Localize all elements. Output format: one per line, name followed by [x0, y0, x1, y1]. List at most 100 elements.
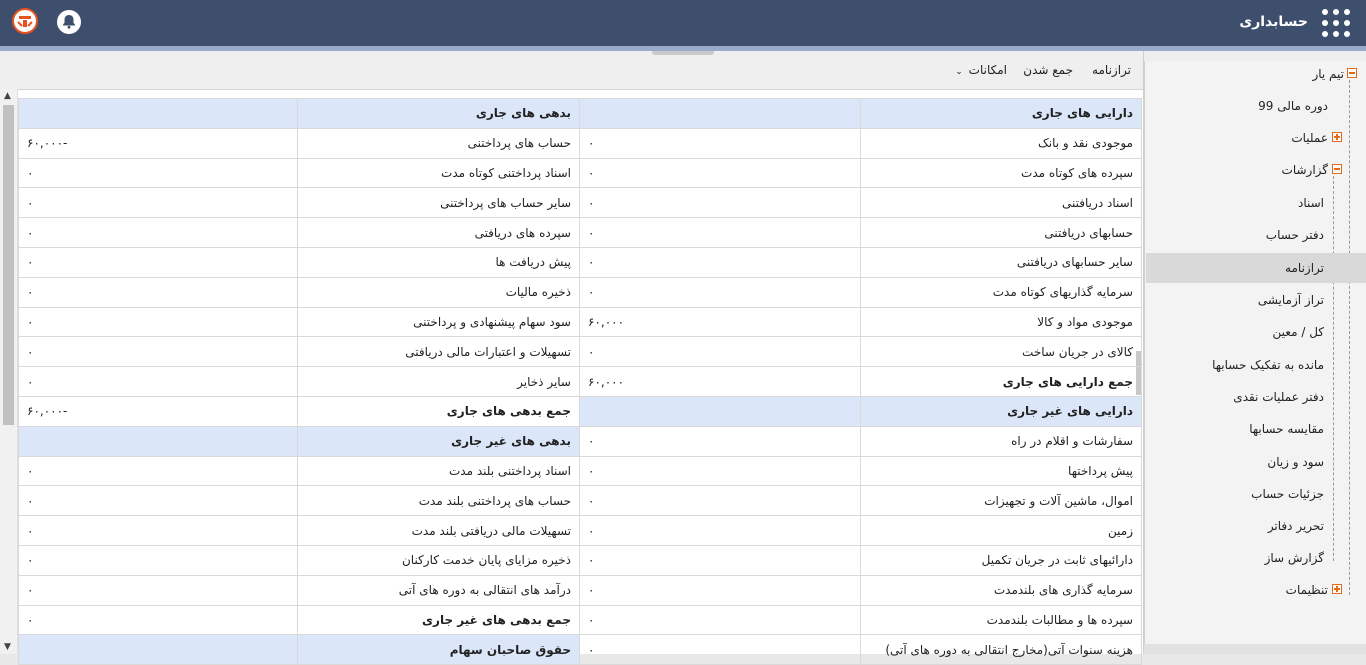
collapse-button[interactable]: جمع شدن: [1023, 63, 1073, 77]
asset-value-cell: ۰: [579, 276, 861, 308]
sidebar-item-ledger[interactable]: دفتر حساب: [1146, 220, 1366, 250]
scroll-down-arrow-icon[interactable]: ▼: [4, 642, 11, 652]
table-row[interactable]: سپرده های کوتاه مدت ۰ اسناد پرداختنی کوتاه…: [18, 157, 1142, 189]
table-row[interactable]: زمین ۰ تسهیلات مالی دریافتی بلند مدت ۰: [18, 515, 1142, 546]
top-bar: حسابداری: [0, 0, 1366, 46]
sidebar-item-settings[interactable]: تنظیمات: [1146, 575, 1366, 605]
toolbar: ترازنامه جمع شدن امکانات ⌄: [0, 51, 1143, 90]
asset-label-cell: سپرده های کوتاه مدت: [860, 157, 1142, 189]
app-title: حسابداری: [1239, 14, 1308, 30]
balance-sheet-title: ترازنامه: [1092, 63, 1131, 77]
asset-label-cell: حسابهای دریافتنی: [860, 217, 1142, 248]
liability-value-cell: ۰: [18, 604, 298, 636]
liability-value-cell: ۰: [18, 217, 298, 248]
asset-value-cell: ۰: [579, 187, 861, 219]
sidebar-item-compare-accounts[interactable]: مقایسه حسابها: [1146, 414, 1366, 444]
collapse-toggle-icon[interactable]: [1347, 68, 1357, 78]
table-row[interactable]: جمع دارایی های جاری ۶۰,۰۰۰ سایر ذخایر ۰: [18, 366, 1142, 397]
expand-toggle-icon[interactable]: [1332, 584, 1342, 594]
sidebar-item-label: تراز آزمایشی: [1257, 293, 1324, 307]
asset-label-cell: هزینه سنوات آتی(مخارج انتقالی به دوره ها…: [860, 634, 1142, 665]
asset-value-cell: ۰: [579, 217, 861, 248]
sidebar-item-trial-balance[interactable]: تراز آزمایشی: [1146, 285, 1366, 315]
table-row[interactable]: سرمایه گذاریهای کوتاه مدت ۰ ذخیره مالیات ۰: [18, 276, 1142, 308]
asset-label-cell: پیش پرداختها: [860, 455, 1142, 487]
collapse-toggle-icon[interactable]: [1332, 164, 1342, 174]
liability-label-cell: ذخیره مالیات: [297, 276, 580, 308]
asset-value-cell: ۰: [579, 634, 861, 665]
bell-icon[interactable]: [57, 10, 81, 34]
asset-label-cell: موجودی نقد و بانک: [860, 127, 1142, 159]
liability-value-cell: ۰: [18, 544, 298, 576]
table-row[interactable]: سایر حسابهای دریافتنی ۰ پیش دریافت ها ۰: [18, 246, 1142, 278]
options-menu[interactable]: امکانات ⌄: [955, 63, 1007, 77]
liability-label-cell: جمع بدهی های جاری: [297, 395, 580, 427]
table-row[interactable]: دارایی های غیر جاری جمع بدهی های جاری -۶۰,…: [18, 395, 1142, 427]
table-row[interactable]: حسابهای دریافتنی ۰ سپرده های دریافتی ۰: [18, 217, 1142, 248]
liability-value-cell: ۰: [18, 187, 298, 219]
table-row[interactable]: دارایی های جاری بدهی های جاری: [18, 98, 1142, 129]
table-row[interactable]: موجودی نقد و بانک ۰ حساب های پرداختنی -۶۰,۰…: [18, 127, 1142, 159]
sidebar-item-profit-loss[interactable]: سود و زیان: [1146, 447, 1366, 477]
sidebar-item-book-writing[interactable]: تحریر دفاتر: [1146, 511, 1366, 541]
sidebar-item-label: مانده به تفکیک حسابها: [1212, 358, 1324, 372]
sidebar: تیم یار دوره مالی 99 عملیات گزارشات اسنا…: [1144, 51, 1366, 654]
sidebar-item-report-builder[interactable]: گزارش ساز: [1146, 543, 1366, 573]
asset-label-cell: زمین: [860, 515, 1142, 546]
liability-value-cell: ۰: [18, 455, 298, 487]
asset-value-cell: ۰: [579, 425, 861, 457]
asset-label-cell: سپرده ها و مطالبات بلندمدت: [860, 604, 1142, 636]
liability-label-cell: سپرده های دریافتی: [297, 217, 580, 248]
sidebar-item-label: اسناد: [1297, 196, 1324, 210]
asset-label-cell: سرمایه گذاریهای کوتاه مدت: [860, 276, 1142, 308]
liability-label-cell: جمع بدهی های غیر جاری: [297, 604, 580, 636]
table-row[interactable]: اسناد دریافتنی ۰ سایر حساب های پرداختنی ۰: [18, 187, 1142, 219]
scrollbar-thumb[interactable]: [3, 105, 14, 425]
apps-grid-icon[interactable]: [1322, 9, 1350, 37]
asset-label-cell: جمع دارایی های جاری: [860, 366, 1142, 397]
liability-value-cell: [18, 98, 298, 129]
liability-label-cell: اسناد پرداختنی بلند مدت: [297, 455, 580, 487]
liability-value-cell: [18, 634, 298, 665]
liability-label-cell: بدهی های جاری: [297, 98, 580, 129]
table-row[interactable]: موجودی مواد و کالا ۶۰,۰۰۰ سود سهام پیشنهاد…: [18, 306, 1142, 338]
sidebar-item-documents[interactable]: اسناد: [1146, 188, 1366, 218]
asset-value-cell: ۰: [579, 574, 861, 606]
asset-label-cell: کالای در جریان ساخت: [860, 336, 1142, 368]
sidebar-item-account-balances[interactable]: مانده به تفکیک حسابها: [1146, 350, 1366, 380]
sidebar-item-label: گزارش ساز: [1264, 551, 1324, 565]
balance-sheet-table: دارایی های جاری بدهی های جاری موجودی نقد و…: [18, 98, 1142, 665]
sidebar-item-label: دفتر عملیات نقدی: [1233, 390, 1324, 404]
liability-label-cell: ذخیره مزایای پایان خدمت کارکنان: [297, 544, 580, 576]
scroll-up-arrow-icon[interactable]: ▲: [4, 91, 11, 101]
table-row[interactable]: اموال، ماشین آلات و تجهیزات ۰ حساب های پرد…: [18, 485, 1142, 517]
table-row[interactable]: دارائیهای ثابت در جریان تکمیل ۰ ذخیره مزای…: [18, 544, 1142, 576]
table-row[interactable]: هزینه سنوات آتی(مخارج انتقالی به دوره ها…: [18, 634, 1142, 665]
sidebar-item-team-yar[interactable]: تیم یار: [1146, 59, 1366, 89]
resize-handle[interactable]: [652, 51, 714, 55]
sidebar-item-fiscal-year[interactable]: دوره مالی 99: [1146, 91, 1366, 121]
asset-label-cell: موجودی مواد و کالا: [860, 306, 1142, 338]
chevron-down-icon: ⌄: [955, 67, 963, 77]
expand-toggle-icon[interactable]: [1332, 132, 1342, 142]
vertical-scrollbar[interactable]: ▲ ▼: [0, 89, 18, 654]
sidebar-item-general-subsidiary[interactable]: کل / معین: [1146, 317, 1366, 347]
liability-label-cell: تسهیلات و اعتبارات مالی دریافتی: [297, 336, 580, 368]
sidebar-item-operations[interactable]: عملیات: [1146, 123, 1366, 153]
table-row[interactable]: سفارشات و اقلام در راه ۰ بدهی های غیر جاری: [18, 425, 1142, 457]
liability-label-cell: پیش دریافت ها: [297, 246, 580, 278]
liability-value-cell: -۶۰,۰۰۰: [18, 395, 298, 427]
sidebar-item-reports[interactable]: گزارشات: [1146, 155, 1366, 185]
table-row[interactable]: سپرده ها و مطالبات بلندمدت ۰ جمع بدهی های …: [18, 604, 1142, 636]
table-row[interactable]: پیش پرداختها ۰ اسناد پرداختنی بلند مدت ۰: [18, 455, 1142, 487]
logo-icon[interactable]: [12, 8, 38, 34]
table-row[interactable]: کالای در جریان ساخت ۰ تسهیلات و اعتبارات م…: [18, 336, 1142, 368]
liability-label-cell: اسناد پرداختنی کوتاه مدت: [297, 157, 580, 189]
sidebar-item-cash-book[interactable]: دفتر عملیات نقدی: [1146, 382, 1366, 412]
asset-label-cell: سایر حسابهای دریافتنی: [860, 246, 1142, 278]
sidebar-item-account-details[interactable]: جزئیات حساب: [1146, 479, 1366, 509]
table-row[interactable]: سرمایه گذاری های بلندمدت ۰ درآمد های انتقا…: [18, 574, 1142, 606]
sidebar-item-balance-sheet[interactable]: ترازنامه: [1146, 253, 1366, 283]
sidebar-scroll-down[interactable]: [1144, 644, 1366, 654]
asset-value-cell: ۰: [579, 544, 861, 576]
